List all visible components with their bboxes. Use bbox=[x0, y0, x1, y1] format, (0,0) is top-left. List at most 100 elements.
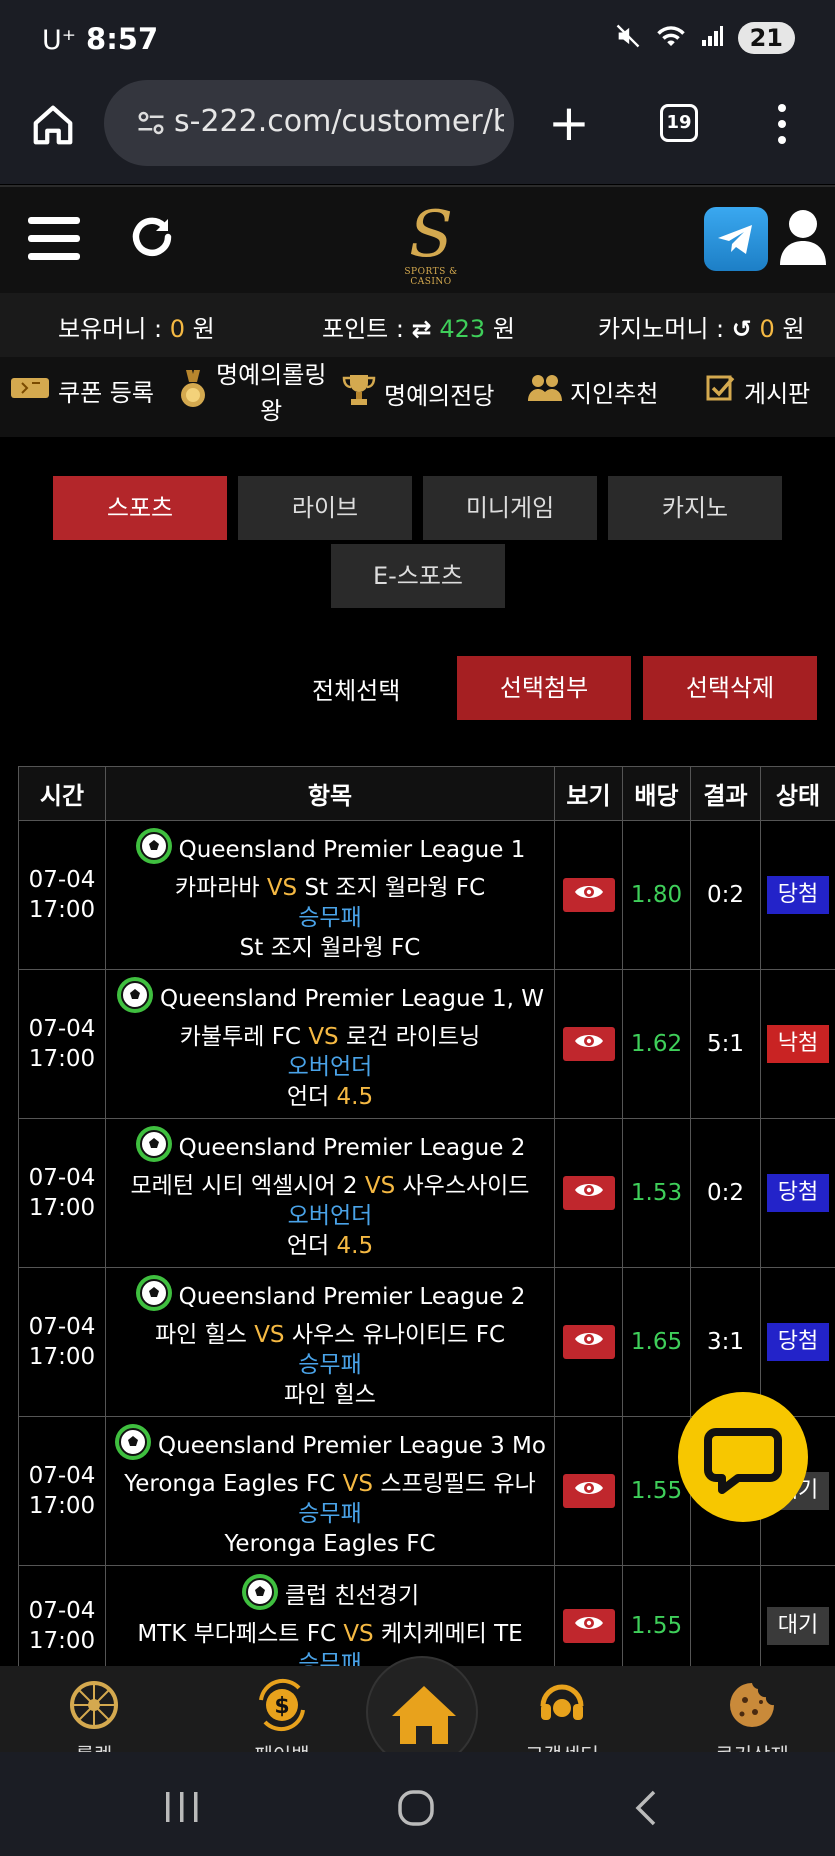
cell-result: 5:1 bbox=[690, 969, 761, 1119]
cell-item: Queensland Premier League 3 Mo Yeronga Ea… bbox=[105, 1416, 555, 1566]
coupon-link[interactable]: 쿠폰 등록 bbox=[10, 373, 154, 408]
view-button[interactable] bbox=[562, 878, 615, 912]
match-teams: 파인 힐스 VS 사우스 유나이티드 FC bbox=[154, 1322, 506, 1348]
clock: 8:57 bbox=[86, 22, 159, 56]
bet-date: 07-04 bbox=[28, 1314, 96, 1340]
refresh-icon[interactable] bbox=[128, 213, 176, 265]
user-icon[interactable] bbox=[778, 207, 828, 271]
wifi-icon bbox=[656, 22, 686, 54]
bet-date: 07-04 bbox=[28, 1165, 96, 1191]
market-type: 오버언더 bbox=[287, 1203, 373, 1229]
new-tab-icon[interactable]: + bbox=[548, 98, 590, 148]
selection: St 조지 월라웡 FC bbox=[239, 935, 421, 961]
delete-selected-button[interactable]: 선택삭제 bbox=[643, 656, 817, 720]
hamburger-menu-icon[interactable] bbox=[28, 217, 80, 261]
nav-support[interactable]: 고객센터 bbox=[502, 1678, 622, 1752]
bet-time: 17:00 bbox=[28, 1627, 96, 1654]
view-button[interactable] bbox=[562, 1608, 615, 1643]
select-all-label[interactable]: 전체선택 bbox=[312, 671, 400, 706]
cell-time: 07-04 17:00 bbox=[18, 969, 106, 1119]
cell-time: 07-04 17:00 bbox=[18, 820, 106, 970]
cell-status: 낙첨 bbox=[760, 969, 835, 1119]
nav-clear-cookies[interactable]: 쿠키삭제 bbox=[692, 1678, 812, 1752]
tab-minigame[interactable]: 미니게임 bbox=[423, 476, 597, 540]
telegram-icon[interactable] bbox=[704, 207, 768, 271]
payback-icon: $ bbox=[259, 1678, 305, 1732]
market-type: 오버언더 bbox=[287, 1054, 373, 1080]
bet-time: 17:00 bbox=[28, 1344, 96, 1370]
cell-odds: 1.53 bbox=[622, 1118, 691, 1268]
battery-level: 21 bbox=[737, 22, 795, 54]
cell-time: 07-04 17:00 bbox=[18, 1118, 106, 1268]
board-link[interactable]: 게시판 bbox=[706, 373, 810, 409]
match-teams: MTK 부다페스트 FC VS 케치케메티 TE bbox=[137, 1620, 523, 1647]
match-teams: 카파라바 VS St 조지 월라웡 FC bbox=[174, 875, 486, 901]
cell-item: Queensland Premier League 2 파인 힐스 VS 사우스 … bbox=[105, 1267, 555, 1417]
view-button[interactable] bbox=[562, 1027, 615, 1061]
league-name: Queensland Premier League 3 Mo bbox=[158, 1433, 546, 1459]
nav-roulette[interactable]: 룰렛 bbox=[34, 1678, 154, 1752]
header-item: 항목 bbox=[105, 766, 555, 821]
recent-apps-icon[interactable] bbox=[162, 1790, 202, 1828]
table-header-row: 시간 항목 보기 배당 결과 상태 bbox=[18, 766, 835, 821]
cell-odds: 1.80 bbox=[622, 820, 691, 970]
attach-selected-button[interactable]: 선택첨부 bbox=[457, 656, 631, 720]
header-result: 결과 bbox=[690, 766, 761, 821]
header-view: 보기 bbox=[554, 766, 623, 821]
cell-item: Queensland Premier League 2 모레턴 시티 엑셀시어 2… bbox=[105, 1118, 555, 1268]
selection: 언더 4.5 bbox=[286, 1233, 374, 1259]
bet-date: 07-04 bbox=[28, 867, 96, 893]
trophy-icon bbox=[342, 373, 376, 413]
soccer-ball-icon bbox=[135, 1274, 173, 1320]
tab-live[interactable]: 라이브 bbox=[238, 476, 412, 540]
match-teams: 모레턴 시티 엑셀시어 2 VS 사우스사이드 bbox=[130, 1173, 530, 1199]
tab-sports[interactable]: 스포츠 bbox=[53, 476, 227, 540]
chat-button[interactable] bbox=[678, 1392, 808, 1522]
status-badge: 대기 bbox=[767, 1606, 829, 1645]
eye-icon bbox=[574, 886, 603, 898]
headset-icon bbox=[540, 1684, 584, 1720]
address-bar[interactable]: s-222.com/customer/b bbox=[104, 80, 514, 166]
balance-bar: 보유머니 : 0 원 포인트 : ⇄ 423 원 카지노머니 : ↺ 0 원 bbox=[0, 293, 835, 357]
status-badge: 당첨 bbox=[767, 1323, 829, 1361]
browser-menu-icon[interactable] bbox=[774, 104, 790, 148]
eye-icon bbox=[574, 1482, 603, 1494]
eye-icon bbox=[574, 1035, 603, 1047]
status-badge: 당첨 bbox=[767, 876, 829, 914]
bet-time: 17:00 bbox=[28, 1046, 96, 1072]
league-name: 클럽 친선경기 bbox=[284, 1582, 420, 1609]
match-teams: Yeronga Eagles FC VS 스프링필드 유나 bbox=[124, 1471, 536, 1497]
nav-payback[interactable]: $ 페이백 bbox=[222, 1678, 342, 1752]
home-circle-icon[interactable] bbox=[396, 1788, 436, 1832]
back-icon[interactable] bbox=[632, 1788, 662, 1832]
view-button[interactable] bbox=[562, 1325, 615, 1359]
referral-link[interactable]: 지인추천 bbox=[528, 373, 658, 409]
tab-casino[interactable]: 카지노 bbox=[608, 476, 782, 540]
browser-toolbar: s-222.com/customer/b + 19 bbox=[0, 78, 835, 184]
honor-rolling-link[interactable]: 명예의롤링 왕 bbox=[178, 357, 326, 429]
site-logo[interactable]: S SPORTS & CASINO bbox=[386, 203, 476, 287]
carrier-label: U⁺ bbox=[42, 25, 77, 56]
site-settings-icon[interactable] bbox=[136, 108, 166, 142]
header-odds: 배당 bbox=[622, 766, 691, 821]
view-button[interactable] bbox=[562, 1474, 615, 1508]
league-name: Queensland Premier League 1, W bbox=[159, 986, 545, 1012]
browser-home-icon[interactable] bbox=[30, 102, 76, 148]
tab-switcher-button[interactable]: 19 bbox=[660, 104, 698, 142]
eye-icon bbox=[574, 1616, 603, 1629]
view-button[interactable] bbox=[562, 1176, 615, 1210]
chat-icon bbox=[704, 1428, 782, 1494]
cell-item: Queensland Premier League 1 카파라바 VS St 조지… bbox=[105, 820, 555, 970]
cookie-icon bbox=[730, 1683, 774, 1727]
system-nav-bar bbox=[0, 1752, 835, 1856]
cell-view bbox=[554, 969, 623, 1119]
hall-of-fame-link[interactable]: 명예의전당 bbox=[342, 373, 494, 413]
reload-icon: ↺ bbox=[731, 315, 752, 343]
site-header: S SPORTS & CASINO bbox=[0, 185, 835, 293]
casino-money: 카지노머니 : ↺ 0 원 bbox=[598, 315, 805, 343]
tab-esports[interactable]: E-스포츠 bbox=[331, 544, 505, 608]
soccer-ball-icon bbox=[135, 827, 173, 873]
league-name: Queensland Premier League 2 bbox=[178, 1284, 526, 1310]
selection: Yeronga Eagles FC bbox=[224, 1531, 436, 1557]
cell-view bbox=[554, 1118, 623, 1268]
